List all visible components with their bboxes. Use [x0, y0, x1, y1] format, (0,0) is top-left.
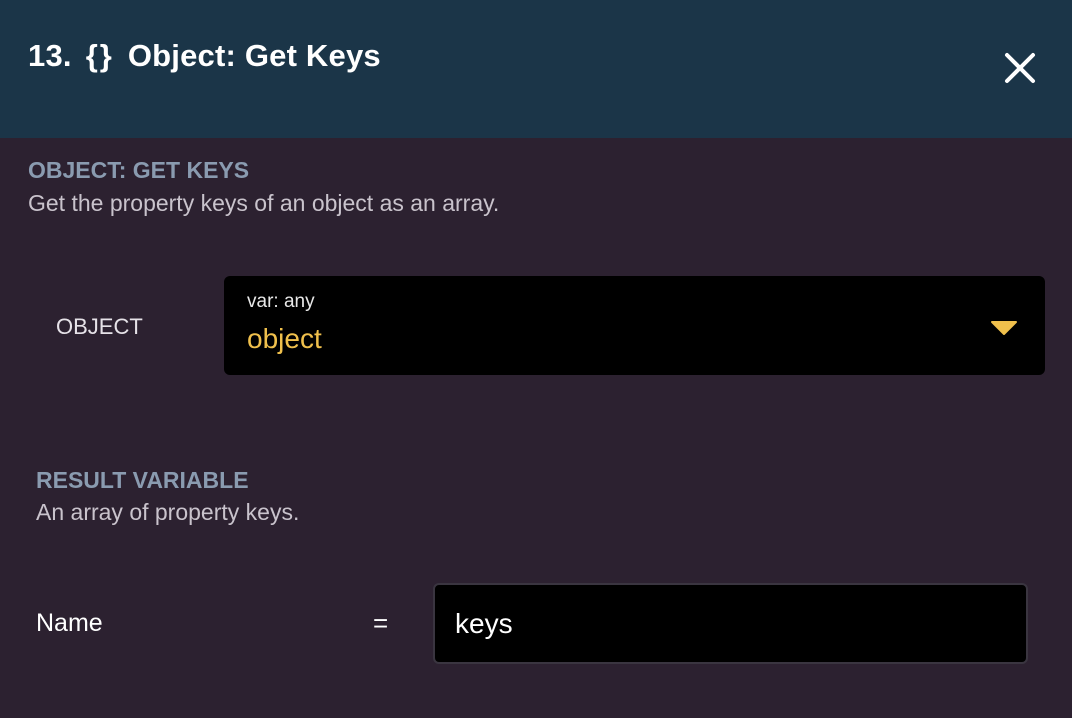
- result-section-title: RESULT VARIABLE: [36, 467, 249, 493]
- action-section-title: OBJECT: GET KEYS: [28, 157, 250, 183]
- dialog-title-text: Object: Get Keys: [127, 38, 381, 73]
- dialog-title: 13. {} Object: Get Keys: [28, 38, 381, 74]
- caret-down-icon: [991, 321, 1017, 335]
- result-name-input[interactable]: [433, 583, 1028, 664]
- name-field-label: Name: [36, 609, 103, 637]
- equals-sign: =: [373, 608, 389, 638]
- object-select[interactable]: var: any object: [224, 276, 1045, 375]
- dialog-header: 13. {} Object: Get Keys: [0, 0, 1072, 138]
- object-braces-icon: {}: [85, 38, 114, 73]
- variable-type-label: var: any: [247, 291, 315, 312]
- object-field-label: OBJECT: [56, 314, 143, 339]
- object-select-value: object: [247, 323, 322, 354]
- action-description: Get the property keys of an object as an…: [28, 190, 500, 216]
- step-number: 13.: [28, 38, 72, 73]
- close-icon: [1005, 53, 1035, 83]
- result-description: An array of property keys.: [36, 499, 300, 525]
- close-button[interactable]: [998, 46, 1042, 90]
